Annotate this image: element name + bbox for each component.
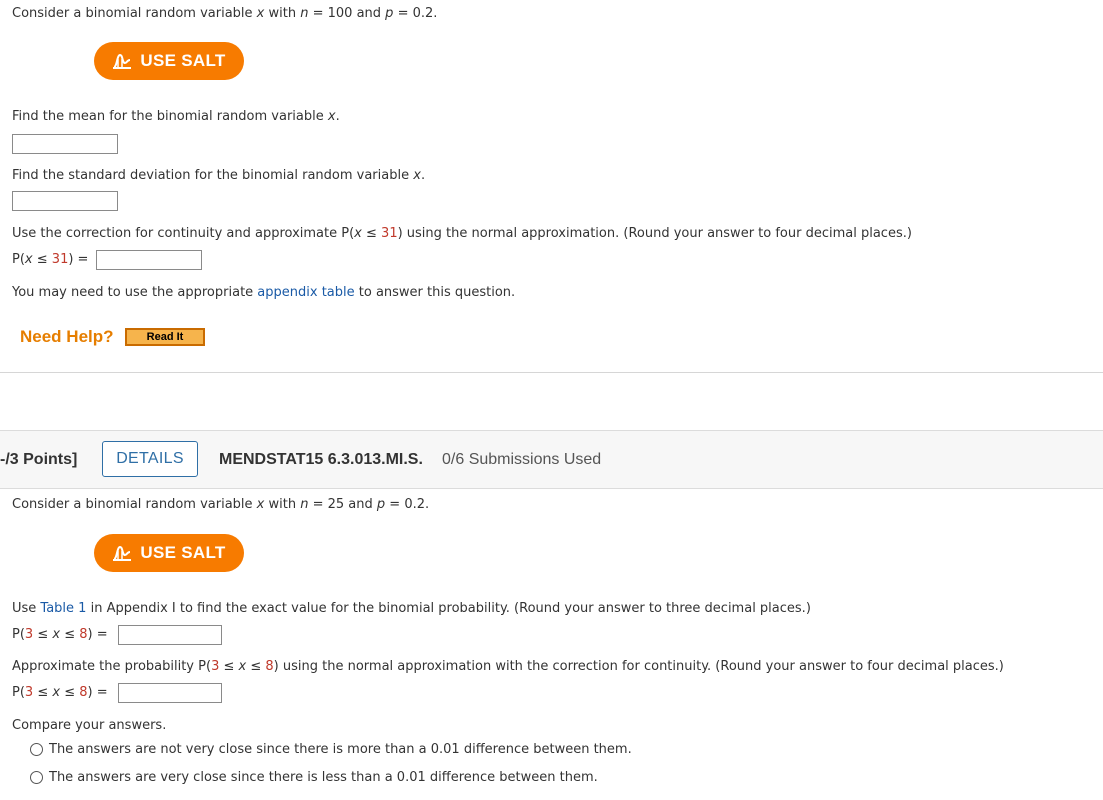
submissions-used: 0/6 Submissions Used xyxy=(442,451,602,468)
continuity-prompt: Use the correction for continuity and ap… xyxy=(12,226,912,241)
le-symbol: ≤ xyxy=(33,685,53,700)
appendix-note: You may need to use the appropriate appe… xyxy=(12,285,515,300)
answer-option[interactable]: The answers are not very close since the… xyxy=(30,742,632,757)
q1-intro: Consider a binomial random variable x wi… xyxy=(12,6,437,21)
sd-answer-input[interactable] xyxy=(12,191,118,211)
note-text: You may need to use the appropriate xyxy=(12,285,258,300)
red-number: 3 xyxy=(24,685,34,700)
read-it-button[interactable]: Read It xyxy=(125,328,205,346)
equals-text: ) = xyxy=(87,685,108,700)
question-id: MENDSTAT15 6.3.013.MI.S. xyxy=(219,451,423,468)
table-1-link[interactable]: Table 1 xyxy=(40,601,86,616)
var-x: x xyxy=(24,252,33,267)
le-symbol: ≤ xyxy=(33,627,53,642)
red-number: 31 xyxy=(381,226,398,241)
prompt-text: Find the mean for the binomial random va… xyxy=(12,109,328,124)
var-x: x xyxy=(327,109,336,124)
prob-notation: P( xyxy=(12,627,25,642)
radio-button[interactable] xyxy=(30,771,43,784)
prompt-text: in Appendix I to find the exact value fo… xyxy=(86,601,811,616)
radio-button[interactable] xyxy=(30,743,43,756)
prob-notation: P( xyxy=(341,226,355,241)
p-value: = 0.2. xyxy=(385,497,430,512)
var-x: x xyxy=(413,168,421,183)
prob-answer-label: P(x ≤ 31) = xyxy=(12,252,88,267)
prompt-text: . xyxy=(420,168,426,183)
red-number: 8 xyxy=(79,685,88,700)
table-prompt: Use Table 1 in Appendix I to find the ex… xyxy=(12,601,811,616)
n-value: = 100 and xyxy=(308,6,386,21)
prompt-text: Use xyxy=(12,601,41,616)
prompt-text: . xyxy=(335,109,340,124)
approx-prompt: Approximate the probability P(3 ≤ x ≤ 8)… xyxy=(12,659,1004,674)
details-label: DETAILS xyxy=(116,450,184,467)
use-salt-label: USE SALT xyxy=(140,51,226,70)
n-value: = 25 and xyxy=(308,497,377,512)
equals-text: ) = xyxy=(68,252,89,267)
intro-text: with xyxy=(264,497,301,512)
le-symbol: ≤ xyxy=(246,659,266,674)
red-number: 8 xyxy=(265,659,274,674)
details-button[interactable]: DETAILS xyxy=(102,441,198,477)
p-value: = 0.2. xyxy=(393,6,438,21)
use-salt-button[interactable]: USE SALT xyxy=(94,42,244,80)
intro-text: Consider a binomial random variable xyxy=(12,497,257,512)
question-divider xyxy=(0,372,1103,373)
appendix-table-link[interactable]: appendix table xyxy=(257,285,354,300)
le-symbol: ≤ xyxy=(219,659,239,674)
var-x: x xyxy=(52,685,61,700)
prob-notation: P( xyxy=(12,252,25,267)
mean-prompt: Find the mean for the binomial random va… xyxy=(12,109,340,124)
compare-prompt: Compare your answers. xyxy=(12,718,167,733)
prompt-text: Approximate the probability xyxy=(12,659,199,674)
intro-text: with xyxy=(264,6,301,21)
red-number: 31 xyxy=(51,252,69,267)
note-text: to answer this question. xyxy=(354,285,516,300)
salt-chart-icon xyxy=(113,545,132,561)
sd-prompt: Find the standard deviation for the bino… xyxy=(12,168,425,183)
le-symbol: ≤ xyxy=(60,627,80,642)
option-label: The answers are very close since there i… xyxy=(49,770,598,785)
prob-notation: P( xyxy=(198,659,212,674)
le-symbol: ≤ xyxy=(361,226,382,241)
use-salt-button[interactable]: USE SALT xyxy=(94,534,244,572)
salt-chart-icon xyxy=(113,53,132,69)
var-x: x xyxy=(52,627,61,642)
intro-text: Consider a binomial random variable xyxy=(12,6,257,21)
prompt-text: ) using the normal approximation with th… xyxy=(273,659,1004,674)
read-it-label: Read It xyxy=(146,331,184,343)
prompt-text: Use the correction for continuity and ap… xyxy=(12,226,342,241)
le-symbol: ≤ xyxy=(60,685,80,700)
use-salt-label: USE SALT xyxy=(140,543,226,562)
approx-prob-input[interactable] xyxy=(118,683,222,703)
prompt-text: ) using the normal approximation. (Round… xyxy=(397,226,912,241)
prob-label-approx: P(3 ≤ x ≤ 8) = xyxy=(12,685,108,700)
equals-text: ) = xyxy=(87,627,108,642)
prob-answer-input[interactable] xyxy=(96,250,202,270)
points-label: -/3 Points] xyxy=(0,451,78,468)
prompt-text: Find the standard deviation for the bino… xyxy=(12,168,414,183)
q2-intro: Consider a binomial random variable x wi… xyxy=(12,497,429,512)
var-x: x xyxy=(354,226,362,241)
exact-prob-input[interactable] xyxy=(118,625,222,645)
red-number: 3 xyxy=(24,627,34,642)
prob-label-exact: P(3 ≤ x ≤ 8) = xyxy=(12,627,108,642)
red-number: 8 xyxy=(79,627,88,642)
option-label: The answers are not very close since the… xyxy=(49,742,632,757)
prob-notation: P( xyxy=(12,685,25,700)
need-help-label: Need Help? xyxy=(20,327,114,346)
answer-option[interactable]: The answers are very close since there i… xyxy=(30,770,598,785)
mean-answer-input[interactable] xyxy=(12,134,118,154)
var-p: p xyxy=(376,497,386,512)
le-symbol: ≤ xyxy=(32,252,52,267)
